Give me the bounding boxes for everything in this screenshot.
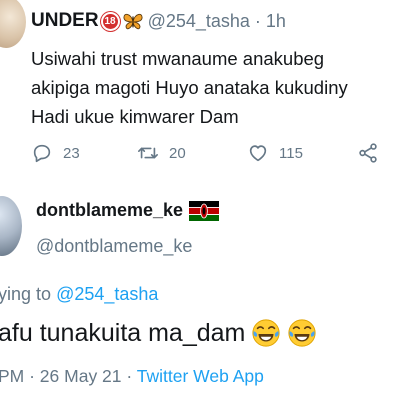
butterfly-icon bbox=[123, 13, 143, 30]
tweet-actions: 23 20 115 bbox=[31, 142, 400, 168]
share-button[interactable] bbox=[357, 142, 389, 164]
tweet-text-line: akipiga magoti Huyo anataka kukudiny bbox=[31, 77, 348, 98]
display-name[interactable]: dontblameme_ke bbox=[36, 200, 220, 221]
tweet-header: UNDER 18 @254_tasha · 1h bbox=[31, 8, 286, 34]
handle[interactable]: @dontblameme_ke bbox=[36, 236, 192, 257]
retweet-count: 20 bbox=[169, 144, 186, 162]
display-name[interactable]: UNDER bbox=[31, 10, 99, 32]
mention-link[interactable]: @254_tasha bbox=[56, 284, 158, 304]
tweet-text: afu tunakuita ma_dam bbox=[0, 318, 317, 348]
retweet-button[interactable]: 20 bbox=[137, 142, 186, 164]
avatar[interactable] bbox=[0, 196, 22, 256]
tweet-text: Usiwahi trust mwanaume anakubeg akipiga … bbox=[31, 44, 400, 131]
retweet-icon bbox=[138, 147, 158, 159]
replying-to: ying to @254_tasha bbox=[0, 284, 158, 305]
tweet-text-line: Usiwahi trust mwanaume anakubeg bbox=[31, 48, 325, 69]
tweet-text-line: Hadi ukue kimwarer Dam bbox=[31, 106, 239, 127]
laughing-tears-emoji-icon bbox=[252, 319, 280, 347]
reply-icon bbox=[33, 144, 51, 163]
heart-icon bbox=[249, 145, 267, 162]
handle-and-time[interactable]: @254_tasha · 1h bbox=[148, 11, 286, 32]
share-icon bbox=[359, 143, 377, 163]
tweet-text-content: afu tunakuita ma_dam bbox=[0, 318, 246, 347]
source-link[interactable]: Twitter Web App bbox=[137, 366, 264, 386]
display-name-text: dontblameme_ke bbox=[36, 200, 184, 220]
like-button[interactable]: 115 bbox=[247, 142, 303, 164]
reply-count: 23 bbox=[63, 144, 80, 162]
age-badge-icon: 18 bbox=[100, 11, 120, 31]
avatar[interactable] bbox=[0, 0, 26, 48]
replying-prefix: ying to bbox=[0, 284, 52, 304]
laughing-tears-emoji-icon bbox=[288, 319, 316, 347]
reply-button[interactable]: 23 bbox=[31, 142, 80, 164]
timestamp[interactable]: PM · 26 May 21 · bbox=[0, 366, 137, 386]
tweet-meta: PM · 26 May 21 · Twitter Web App bbox=[0, 366, 264, 387]
like-count: 115 bbox=[279, 144, 303, 162]
kenya-flag-icon bbox=[189, 200, 220, 221]
